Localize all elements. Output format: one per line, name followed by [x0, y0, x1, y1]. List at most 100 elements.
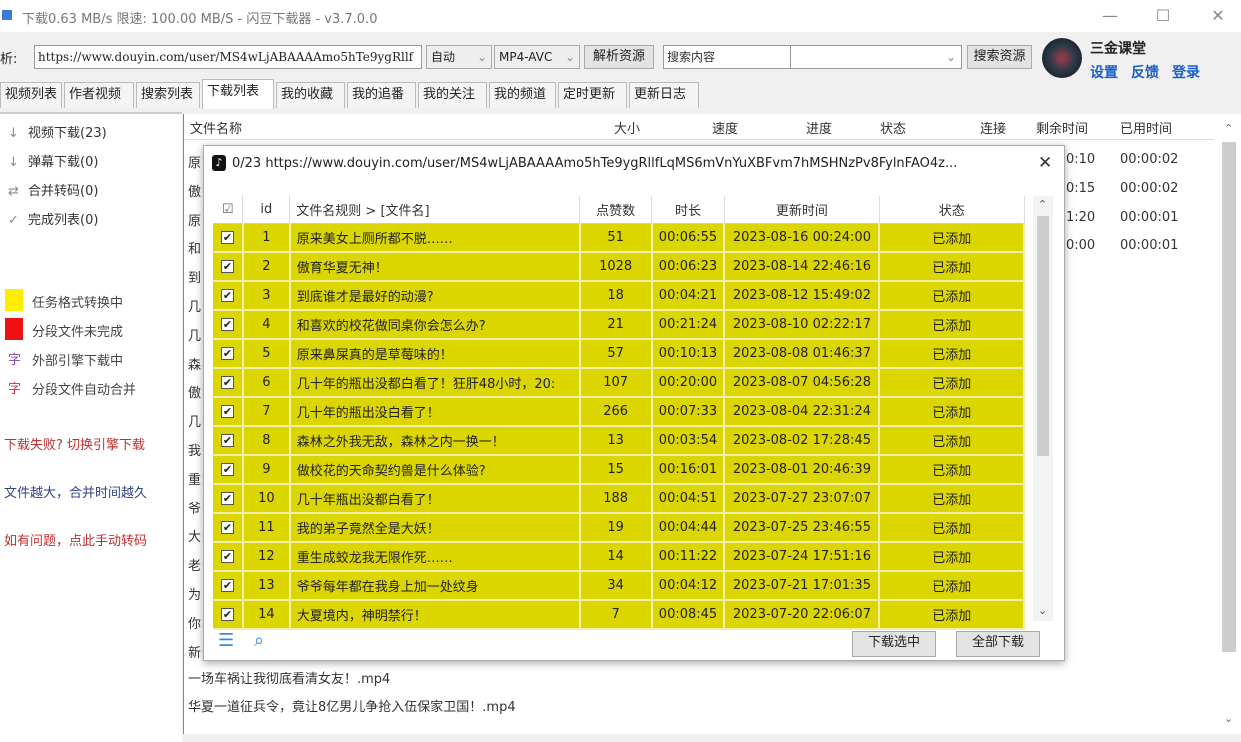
avatar[interactable]	[1042, 38, 1082, 78]
sidebar-item[interactable]: ⇄ 合并转码(0)	[8, 180, 98, 199]
table-row[interactable]: ✔ 6 几十年的瓶出没都白看了！狂肝48小时，20: 107 00:20:00 2023-…	[213, 368, 1025, 398]
checkbox-cell[interactable]: ✔	[213, 513, 244, 543]
download-selected-button[interactable]: 下载选中	[852, 631, 936, 657]
row-checkbox[interactable]: ✔	[220, 608, 234, 621]
list-row-name[interactable]: 几	[188, 411, 201, 430]
checkbox-cell[interactable]: ✔	[213, 571, 244, 601]
tab-7[interactable]: 我的频道	[489, 82, 556, 108]
table-row[interactable]: ✔ 12 重生成蛟龙我无限作死…… 14 00:11:22 2023-07-24 17:5…	[213, 542, 1025, 572]
table-row[interactable]: ✔ 1 原来美女上厕所都不脱…… 51 00:06:55 2023-08-16 00:24…	[213, 223, 1025, 253]
sidebar-item[interactable]: ↓ 弹幕下载(0)	[8, 151, 98, 170]
scroll-down-icon[interactable]: ⌄	[1224, 712, 1233, 725]
table-row[interactable]: ✔ 5 原来鼻屎真的是草莓味的！ 57 00:10:13 2023-08-08 01:46…	[213, 339, 1025, 369]
dialog-close-button[interactable]: ✕	[1038, 153, 1052, 173]
scroll-thumb[interactable]	[1037, 216, 1049, 456]
tab-9[interactable]: 更新日志	[629, 82, 699, 108]
checkbox-cell[interactable]: ✔	[213, 426, 244, 456]
column-header[interactable]: 状态	[880, 118, 906, 137]
table-row[interactable]: ✔ 14 大夏境内，神明禁行！ 7 00:08:45 2023-07-20 22:06:0…	[213, 600, 1025, 630]
tab-4[interactable]: 我的收藏	[276, 82, 345, 108]
list-row-name[interactable]: 新	[188, 642, 201, 661]
sidebar-item[interactable]: ↓ 视频下载(23)	[8, 122, 107, 141]
table-row[interactable]: ✔ 9 做校花的天命契约兽是什么体验? 15 00:16:01 2023-08-01 20…	[213, 455, 1025, 485]
list-row-name[interactable]: 原	[188, 152, 201, 171]
maximize-button[interactable]: ☐	[1148, 4, 1178, 28]
row-checkbox[interactable]: ✔	[220, 434, 234, 447]
column-header[interactable]: 点赞数	[579, 196, 653, 224]
help-link[interactable]: 如有问题，点此手动转码	[4, 530, 147, 549]
table-row[interactable]: ✔ 4 和喜欢的校花做同桌你会怎么办? 21 00:21:24 2023-08-10 02…	[213, 310, 1025, 340]
checkbox-cell[interactable]: ✔	[213, 310, 244, 340]
feedback-link[interactable]: 反馈	[1131, 62, 1159, 82]
column-header[interactable]: 大小	[614, 118, 640, 137]
tab-2[interactable]: 搜索列表	[136, 82, 200, 108]
list-row-name[interactable]: 我	[188, 440, 201, 459]
list-search-icon[interactable]: ⌕	[254, 630, 264, 651]
close-button[interactable]: ✕	[1203, 4, 1233, 28]
select-all-checkbox[interactable]: ☑	[213, 196, 244, 224]
sidebar-item[interactable]: ✓ 完成列表(0)	[8, 209, 98, 228]
table-row[interactable]: ✔ 11 我的弟子竟然全是大妖！ 19 00:04:44 2023-07-25 23:46…	[213, 513, 1025, 543]
column-header[interactable]: 连接	[980, 118, 1006, 137]
column-header[interactable]: 速度	[712, 118, 738, 137]
row-checkbox[interactable]: ✔	[220, 579, 234, 592]
scroll-down-icon[interactable]: ⌄	[1038, 604, 1047, 617]
list-row-name[interactable]: 你	[188, 613, 201, 632]
column-header[interactable]: 文件名称	[190, 118, 242, 137]
column-header[interactable]: 剩余时间	[1036, 118, 1088, 137]
table-row[interactable]: ✔ 13 爷爷每年都在我身上加一处纹身 34 00:04:12 2023-07-21 17…	[213, 571, 1025, 601]
list-row-name[interactable]: 老	[188, 555, 201, 574]
checkbox-cell[interactable]: ✔	[213, 455, 244, 485]
row-checkbox[interactable]: ✔	[220, 318, 234, 331]
row-checkbox[interactable]: ✔	[220, 463, 234, 476]
checkbox-cell[interactable]: ✔	[213, 600, 244, 630]
row-checkbox[interactable]: ✔	[220, 492, 234, 505]
tab-0[interactable]: 视频列表	[0, 82, 62, 108]
list-row-name[interactable]: 原	[188, 210, 201, 229]
search-type-select[interactable]: ⌄	[790, 45, 962, 69]
column-header[interactable]: id	[242, 196, 291, 224]
row-checkbox[interactable]: ✔	[220, 260, 234, 273]
row-checkbox[interactable]: ✔	[220, 347, 234, 360]
table-row[interactable]: ✔ 10 几十年瓶出没都白看了！ 188 00:04:51 2023-07-27 23:0…	[213, 484, 1025, 514]
list-row-name[interactable]: 几	[188, 296, 201, 315]
checkbox-cell[interactable]: ✔	[213, 397, 244, 427]
tab-3[interactable]: 下载列表	[202, 79, 274, 109]
row-checkbox[interactable]: ✔	[220, 289, 234, 302]
search-input[interactable]: 搜索内容	[663, 45, 791, 69]
list-export-icon[interactable]: ☰	[218, 630, 234, 651]
table-row[interactable]: ✔ 7 几十年的瓶出没白看了！ 266 00:07:33 2023-08-04 22:31…	[213, 397, 1025, 427]
column-header[interactable]: 时长	[651, 196, 725, 224]
list-row-name[interactable]: 森	[188, 354, 201, 373]
column-header[interactable]: 文件名规则 > [文件名]	[289, 196, 581, 224]
row-checkbox[interactable]: ✔	[220, 550, 234, 563]
column-header[interactable]: 更新时间	[724, 196, 880, 224]
format-select[interactable]: MP4-AVC ⌄	[494, 45, 580, 69]
tab-8[interactable]: 定时更新	[558, 82, 627, 108]
column-header[interactable]: 已用时间	[1120, 118, 1172, 137]
row-checkbox[interactable]: ✔	[220, 230, 234, 244]
login-link[interactable]: 登录	[1172, 62, 1200, 82]
checkbox-cell[interactable]: ✔	[213, 281, 244, 311]
quality-select[interactable]: 自动 ⌄	[426, 45, 492, 69]
scroll-up-icon[interactable]: ⌃	[1224, 122, 1233, 135]
list-row-name[interactable]: 大	[188, 526, 201, 545]
list-row-name[interactable]: 为	[188, 584, 201, 603]
scroll-thumb[interactable]	[1222, 142, 1236, 652]
list-row-name[interactable]: 到	[188, 267, 201, 286]
url-input[interactable]: https://www.douyin.com/user/MS4wLjABAAAA…	[34, 45, 422, 69]
row-checkbox[interactable]: ✔	[220, 405, 234, 418]
checkbox-cell[interactable]: ✔	[213, 223, 244, 253]
parse-button[interactable]: 解析资源	[584, 45, 654, 69]
list-row-name[interactable]: 重	[188, 469, 201, 488]
scrollbar[interactable]: ⌃ ⌄	[1220, 122, 1238, 725]
table-row[interactable]: ✔ 8 森林之外我无敌，森林之内一换一！ 13 00:03:54 2023-08-02 1…	[213, 426, 1025, 456]
table-row[interactable]: ✔ 2 傲育华夏无神！ 1028 00:06:23 2023-08-14 22:46:16…	[213, 252, 1025, 282]
checkbox-cell[interactable]: ✔	[213, 484, 244, 514]
table-row[interactable]: ✔ 3 到底谁才是最好的动漫? 18 00:04:21 2023-08-12 15:49:…	[213, 281, 1025, 311]
row-checkbox[interactable]: ✔	[220, 521, 234, 534]
list-row-name[interactable]: 几	[188, 325, 201, 344]
checkbox-cell[interactable]: ✔	[213, 252, 244, 282]
tab-6[interactable]: 我的关注	[418, 82, 487, 108]
column-header[interactable]: 进度	[806, 118, 832, 137]
